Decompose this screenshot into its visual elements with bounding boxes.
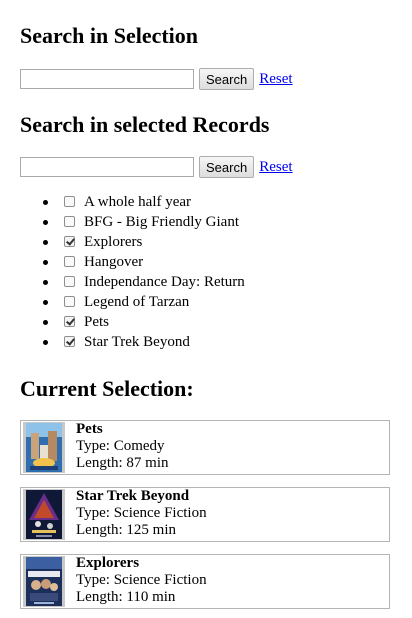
bullet-icon bbox=[43, 240, 48, 245]
card-length: Length: 110 min bbox=[76, 589, 176, 605]
record-label: Explorers bbox=[84, 234, 143, 250]
search-records-reset-link[interactable]: Reset bbox=[259, 159, 292, 176]
record-label: Hangover bbox=[84, 254, 144, 270]
selection-card-star-trek-beyond: Star Trek Beyond Type: Science Fiction L… bbox=[20, 487, 390, 542]
record-item: Hangover bbox=[0, 252, 400, 272]
card-type: Type: Science Fiction bbox=[76, 572, 207, 588]
record-item: BFG - Big Friendly Giant bbox=[0, 212, 400, 232]
record-label: A whole half year bbox=[84, 194, 192, 210]
record-label: Independance Day: Return bbox=[84, 274, 245, 290]
card-length: Length: 87 min bbox=[76, 455, 169, 471]
record-label: BFG - Big Friendly Giant bbox=[84, 214, 240, 230]
record-item: Pets bbox=[0, 312, 400, 332]
search-selection-button[interactable]: Search bbox=[199, 68, 255, 90]
star-trek-beyond-info: Star Trek Beyond Type: Science Fiction L… bbox=[76, 488, 207, 539]
search-records-row: Search Reset bbox=[20, 156, 293, 178]
record-item: Legend of Tarzan bbox=[0, 292, 400, 312]
selection-card-pets: Pets Type: Comedy Length: 87 min bbox=[20, 420, 390, 475]
record-label: Pets bbox=[84, 314, 110, 330]
card-type: Type: Comedy bbox=[76, 438, 165, 454]
explorers-info: Explorers Type: Science Fiction Length: … bbox=[76, 555, 207, 606]
records-list: A whole half year BFG - Big Friendly Gian… bbox=[0, 192, 400, 352]
bullet-icon bbox=[43, 280, 48, 285]
bullet-icon bbox=[43, 220, 48, 225]
selection-card-explorers: Explorers Type: Science Fiction Length: … bbox=[20, 554, 390, 609]
search-records-input[interactable] bbox=[20, 157, 194, 177]
bullet-icon bbox=[43, 340, 48, 345]
record-item: Independance Day: Return bbox=[0, 272, 400, 292]
card-title: Pets bbox=[76, 421, 103, 437]
pets-info: Pets Type: Comedy Length: 87 min bbox=[76, 421, 169, 472]
bullet-icon bbox=[43, 320, 48, 325]
record-checkbox[interactable] bbox=[64, 236, 75, 247]
record-checkbox[interactable] bbox=[64, 256, 75, 267]
card-title: Star Trek Beyond bbox=[76, 488, 190, 504]
record-item: Star Trek Beyond bbox=[0, 332, 400, 352]
star-trek-beyond-poster bbox=[23, 489, 65, 540]
bullet-icon bbox=[43, 260, 48, 265]
record-item: Explorers bbox=[0, 232, 400, 252]
pets-poster bbox=[23, 422, 65, 473]
record-checkbox[interactable] bbox=[64, 196, 75, 207]
search-records-button[interactable]: Search bbox=[199, 156, 255, 178]
page: Search in Selection Search Reset Search … bbox=[0, 0, 412, 618]
search-selection-input[interactable] bbox=[20, 69, 194, 89]
card-title: Explorers bbox=[76, 555, 140, 571]
record-checkbox[interactable] bbox=[64, 216, 75, 227]
search-selection-heading: Search in Selection bbox=[20, 23, 199, 48]
search-selection-row: Search Reset bbox=[20, 68, 293, 90]
record-label: Legend of Tarzan bbox=[84, 294, 190, 310]
current-selection-heading: Current Selection: bbox=[20, 376, 194, 401]
record-checkbox[interactable] bbox=[64, 316, 75, 327]
bullet-icon bbox=[43, 200, 48, 205]
record-checkbox[interactable] bbox=[64, 336, 75, 347]
record-checkbox[interactable] bbox=[64, 296, 75, 307]
bullet-icon bbox=[43, 300, 48, 305]
card-length: Length: 125 min bbox=[76, 522, 176, 538]
explorers-poster bbox=[23, 556, 65, 607]
search-records-heading: Search in selected Records bbox=[20, 112, 270, 137]
search-selection-reset-link[interactable]: Reset bbox=[259, 71, 292, 88]
card-type: Type: Science Fiction bbox=[76, 505, 207, 521]
record-item: A whole half year bbox=[0, 192, 400, 212]
record-label: Star Trek Beyond bbox=[84, 334, 190, 350]
record-checkbox[interactable] bbox=[64, 276, 75, 287]
